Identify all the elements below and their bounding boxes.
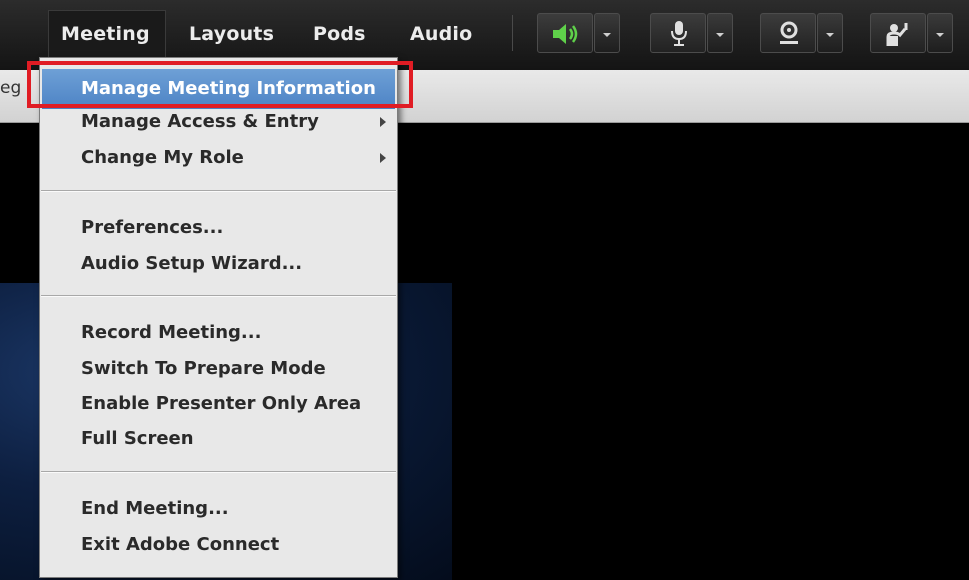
speaker-icon: [553, 24, 578, 44]
menu-item-audio-setup-wizard[interactable]: Audio Setup Wizard...: [81, 253, 302, 274]
menu-layouts[interactable]: Layouts: [189, 16, 274, 52]
menu-separator: [41, 471, 396, 473]
menu-meeting[interactable]: Meeting: [48, 10, 166, 58]
menu-item-manage-access-entry[interactable]: Manage Access & Entry: [81, 111, 398, 132]
menu-item-switch-to-prepare-mode[interactable]: Switch To Prepare Mode: [81, 358, 326, 379]
webcam-dropdown[interactable]: [817, 13, 843, 53]
menu-item-label: Change My Role: [81, 147, 244, 168]
menu-item-end-meeting[interactable]: End Meeting...: [81, 498, 229, 519]
menu-item-label: Manage Access & Entry: [81, 111, 319, 132]
meeting-menu-dropdown: Manage Meeting Information Manage Access…: [39, 57, 398, 578]
webcam-button[interactable]: [760, 13, 816, 53]
webcam-icon: [780, 21, 798, 44]
menu-item-record-meeting[interactable]: Record Meeting...: [81, 322, 261, 343]
raise-hand-dropdown[interactable]: [927, 13, 953, 53]
raise-hand-button[interactable]: [870, 13, 926, 53]
menu-item-enable-presenter-only-area[interactable]: Enable Presenter Only Area: [81, 393, 361, 414]
annotation-highlight-box: [27, 61, 413, 108]
menu-item-change-my-role[interactable]: Change My Role: [81, 147, 398, 168]
menubar-separator: [512, 15, 513, 51]
menu-item-full-screen[interactable]: Full Screen: [81, 428, 194, 449]
speaker-button[interactable]: [537, 13, 593, 53]
microphone-icon: [671, 21, 687, 46]
submenu-arrow-icon: [380, 153, 386, 163]
submenu-arrow-icon: [380, 117, 386, 127]
menu-pods[interactable]: Pods: [313, 16, 366, 52]
menu-audio[interactable]: Audio: [410, 16, 472, 52]
microphone-button[interactable]: [650, 13, 706, 53]
menu-item-preferences[interactable]: Preferences...: [81, 217, 223, 238]
pod-title-partial: eg: [0, 78, 22, 98]
raise-hand-icon: [886, 23, 908, 46]
microphone-dropdown[interactable]: [707, 13, 733, 53]
menu-separator: [41, 295, 396, 297]
speaker-dropdown[interactable]: [594, 13, 620, 53]
menu-separator: [41, 190, 396, 192]
menu-item-exit-adobe-connect[interactable]: Exit Adobe Connect: [81, 534, 279, 555]
